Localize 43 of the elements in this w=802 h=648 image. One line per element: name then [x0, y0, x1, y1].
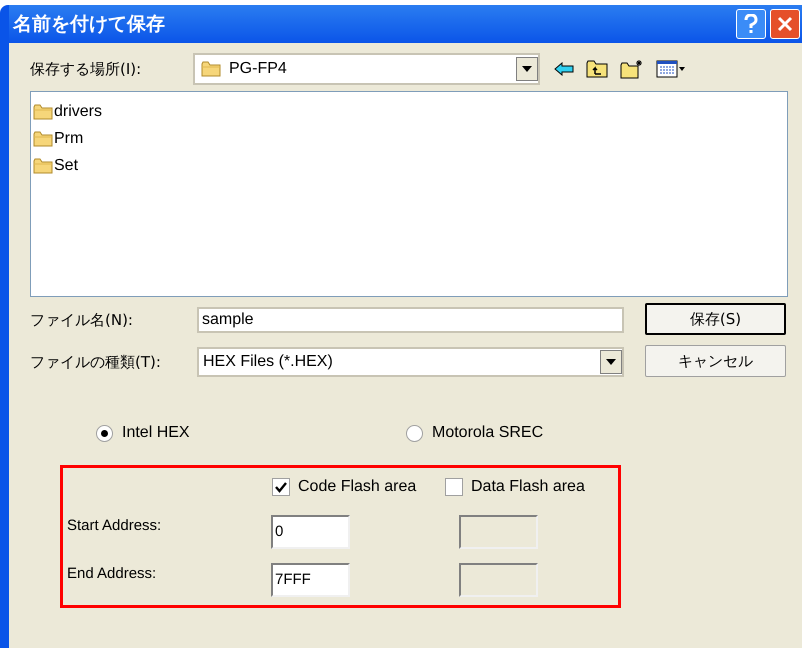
folder-icon	[33, 104, 53, 120]
end-address-input[interactable]: 7FFF	[271, 563, 350, 597]
start-address-input[interactable]	[459, 515, 538, 549]
file-type-value: HEX Files (*.HEX)	[203, 352, 334, 372]
checkmark-icon	[275, 481, 287, 493]
start-address-label: Start Address:	[67, 516, 162, 536]
checkbox-label: Data Flash area	[471, 477, 585, 497]
checkbox[interactable]	[272, 478, 290, 496]
close-button[interactable]	[770, 9, 800, 39]
radio-label: Motorola SREC	[432, 423, 544, 443]
file-type-label: ファイルの種類(T):	[30, 352, 162, 373]
dropdown-arrow-icon	[606, 359, 616, 365]
end-address-input[interactable]	[459, 563, 538, 597]
checkbox[interactable]	[445, 478, 463, 496]
file-name-input[interactable]: sample	[197, 307, 624, 333]
close-icon	[777, 16, 793, 32]
end-address-label: End Address:	[67, 564, 158, 584]
file-type-dropdown[interactable]: HEX Files (*.HEX)	[197, 347, 624, 377]
dialog-button[interactable]: キャンセル	[645, 345, 786, 377]
radio-button[interactable]	[406, 424, 423, 442]
location-value: PG-FP4	[229, 59, 288, 79]
window-title: 名前を付けて保存	[13, 12, 165, 37]
folder-icon	[33, 130, 53, 146]
help-icon	[744, 14, 758, 34]
location-label: 保存する場所(I):	[30, 58, 142, 80]
location-dropdown[interactable]: PG-FP4	[193, 53, 540, 85]
checkbox-label: Code Flash area	[298, 477, 416, 497]
radio-label: Intel HEX	[122, 423, 190, 443]
view-menu-icon[interactable]	[656, 60, 686, 78]
start-address-input[interactable]: 0	[271, 515, 350, 549]
file-name-label: ファイル名(N):	[30, 310, 134, 331]
dialog-button[interactable]: 保存(S)	[645, 303, 786, 335]
help-button[interactable]	[736, 9, 766, 39]
dropdown-arrow-icon	[522, 66, 532, 72]
new-folder-icon[interactable]	[620, 59, 644, 79]
file-list-item[interactable]: Set	[33, 152, 787, 179]
radio-button[interactable]	[96, 424, 113, 442]
back-arrow-icon[interactable]	[554, 62, 574, 76]
file-list-item[interactable]: Prm	[33, 125, 787, 152]
folder-up-icon[interactable]	[586, 60, 608, 78]
file-list-item[interactable]: drivers	[33, 98, 787, 125]
folder-icon	[201, 61, 221, 77]
folder-icon	[33, 158, 53, 174]
